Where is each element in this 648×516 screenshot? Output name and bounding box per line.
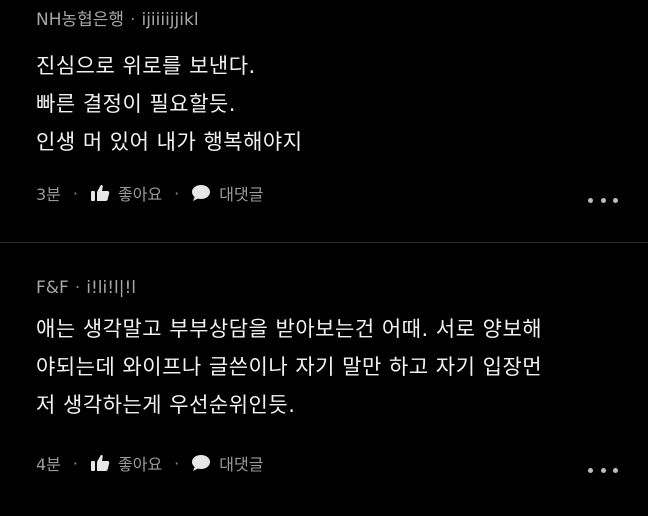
reply-label: 대댓글 <box>219 455 264 474</box>
comment-footer: 3분 · 좋아요 · 대댓글 <box>36 181 263 205</box>
like-button[interactable]: 좋아요 <box>90 181 162 205</box>
comment-body: 진심으로 위로를 보낸다. 빠른 결정이 필요할듯. 인생 머 있어 내가 행복… <box>36 47 303 161</box>
comment-line: 인생 머 있어 내가 행복해야지 <box>36 130 303 154</box>
comment-line: 야되는데 와이프나 글쓴이나 자기 말만 하고 자기 입장먼 <box>36 355 543 379</box>
author-name[interactable]: NH농협은행 <box>36 10 124 30</box>
like-button[interactable]: 좋아요 <box>90 451 162 475</box>
comment-line: 애는 생각말고 부부상담을 받아보는건 어때. 서로 양보해 <box>36 317 543 341</box>
speech-bubble-icon <box>191 184 211 202</box>
separator-dot: · <box>174 183 180 203</box>
like-label: 좋아요 <box>118 455 163 474</box>
separator-dot: · <box>72 453 78 473</box>
reply-label: 대댓글 <box>219 185 264 204</box>
comment-time: 4분 <box>36 455 61 474</box>
separator-dot: · <box>130 10 136 30</box>
comment: NH농협은행 · ijiiiijjikl 진심으로 위로를 보낸다. 빠른 결정이 … <box>0 0 648 242</box>
reply-button[interactable]: 대댓글 <box>191 451 263 475</box>
comment-line: 빠른 결정이 필요할듯. <box>36 92 236 116</box>
separator-dot: · <box>174 453 180 473</box>
comment-line: 저 생각하는게 우선순위인듯. <box>36 393 296 417</box>
comment-line: 진심으로 위로를 보낸다. <box>36 54 256 78</box>
separator-dot: · <box>72 183 78 203</box>
comment-footer: 4분 · 좋아요 · 대댓글 <box>36 451 263 475</box>
more-dots-icon[interactable] <box>588 195 618 205</box>
like-label: 좋아요 <box>118 185 163 204</box>
more-dots-icon[interactable] <box>588 465 618 475</box>
thumbs-up-icon <box>90 454 110 472</box>
speech-bubble-icon <box>191 454 211 472</box>
author-tag: i!li!l|!l <box>86 278 137 298</box>
comment-header: NH농협은행 · ijiiiijjikl <box>36 10 199 30</box>
author-tag: ijiiiijjikl <box>141 10 199 30</box>
comment-time: 3분 <box>36 185 61 204</box>
separator-dot: · <box>74 278 81 298</box>
thumbs-up-icon <box>90 184 110 202</box>
author-name[interactable]: F&F <box>36 278 69 298</box>
comment-body: 애는 생각말고 부부상담을 받아보는건 어때. 서로 양보해 야되는데 와이프나… <box>36 310 542 424</box>
reply-button[interactable]: 대댓글 <box>191 181 263 205</box>
comment-header: F&F · i!li!l|!l <box>36 278 136 298</box>
